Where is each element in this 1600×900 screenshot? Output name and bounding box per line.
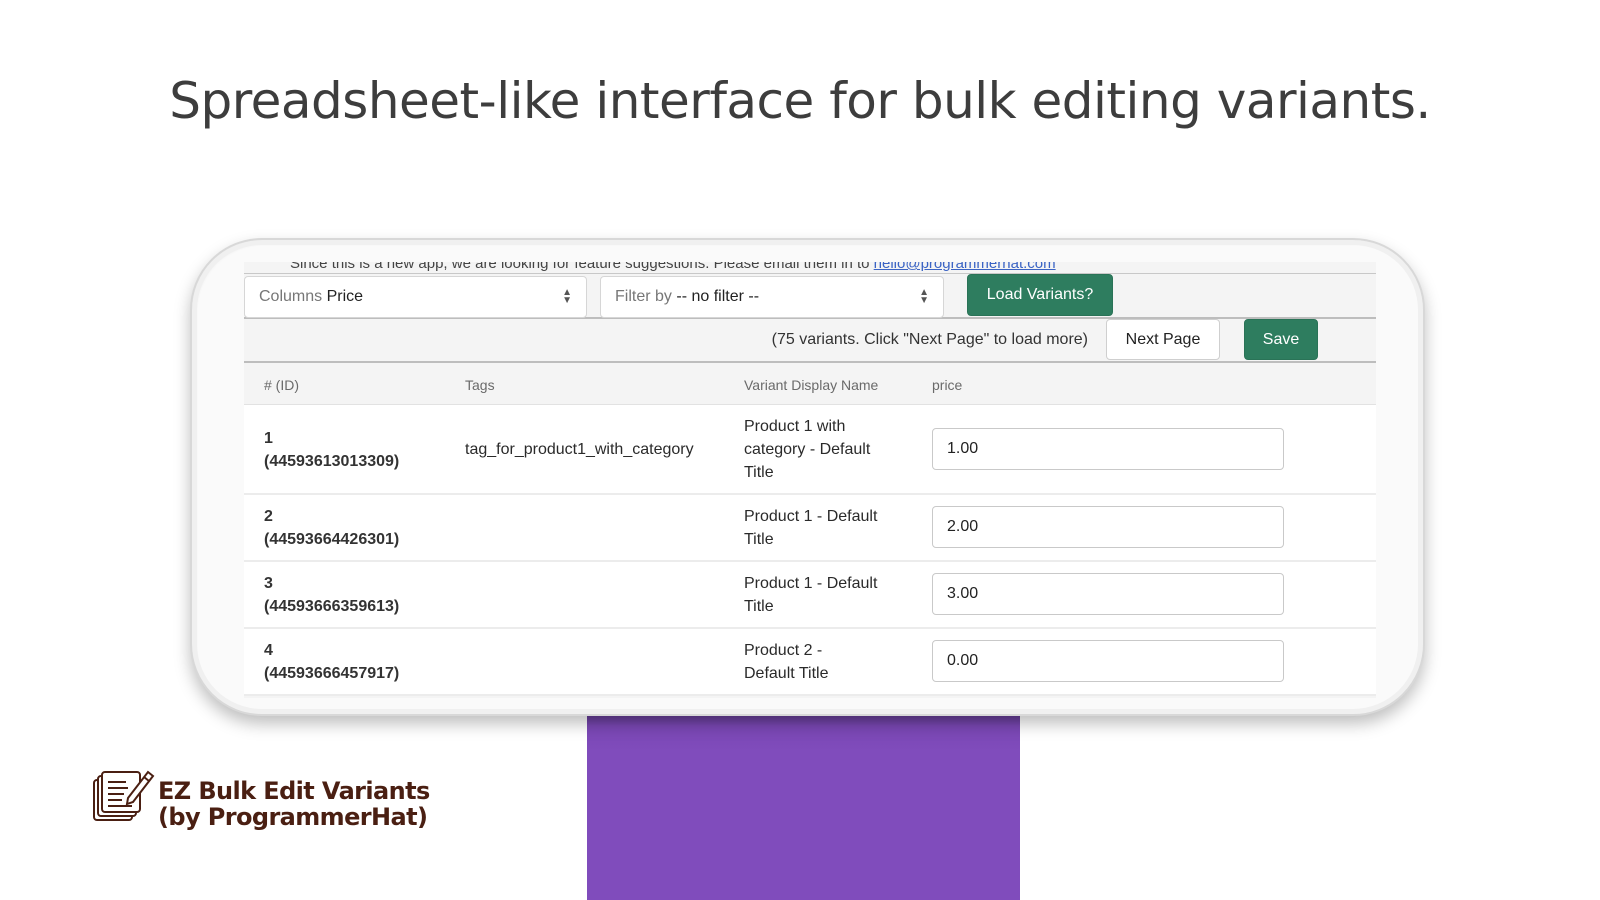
variant-id: (44593666359613) bbox=[264, 598, 400, 615]
variant-id-cell: 3 (44593666359613) bbox=[264, 572, 399, 618]
pager-row: (75 variants. Click "Next Page" to load … bbox=[244, 319, 1376, 363]
table-row: 1 (44593613013309) tag_for_product1_with… bbox=[244, 405, 1376, 495]
variant-id-cell: 4 (44593666457917) bbox=[264, 639, 399, 685]
email-link[interactable]: hello@programmerhat.com bbox=[874, 262, 1056, 272]
table-row: 4 (44593666457917) Product 2 - Default T… bbox=[244, 629, 1376, 696]
load-variants-button[interactable]: Load Variants? bbox=[967, 274, 1113, 316]
variant-id-cell: 1 (44593613013309) bbox=[264, 427, 399, 473]
column-header-price: price bbox=[932, 377, 963, 393]
notice-text: Since this is a new app, we are looking … bbox=[290, 262, 874, 272]
page-headline: Spreadsheet-like interface for bulk edit… bbox=[169, 72, 1431, 130]
column-header-tags: Tags bbox=[465, 377, 495, 393]
variant-name-cell: Product 2 - Default Title bbox=[744, 642, 829, 682]
variant-count-status: (75 variants. Click "Next Page" to load … bbox=[771, 331, 1088, 348]
table-header: # (ID) Tags Variant Display Name price bbox=[244, 365, 1376, 405]
column-header-id: # (ID) bbox=[264, 377, 299, 393]
price-input[interactable] bbox=[932, 506, 1284, 548]
variant-id: (44593666457917) bbox=[264, 665, 400, 682]
variant-name-cell: Product 1 - Default Title bbox=[744, 575, 878, 615]
brand-name-line1: EZ Bulk Edit Variants bbox=[158, 777, 430, 805]
variant-id-cell: 2 (44593664426301) bbox=[264, 505, 399, 551]
variant-number: 2 bbox=[264, 508, 273, 525]
table-row: 3 (44593666359613) Product 1 - Default T… bbox=[244, 562, 1376, 629]
columns-select-value: Price bbox=[326, 288, 364, 305]
toolbar: Columns Price ▲ ▼ Filter by -- no filter … bbox=[244, 273, 1376, 319]
select-arrows-icon: ▲ ▼ bbox=[562, 287, 572, 306]
tags-cell: tag_for_product1_with_category bbox=[465, 441, 694, 458]
notepad-pencil-icon bbox=[93, 770, 155, 821]
columns-select[interactable]: Columns Price ▲ ▼ bbox=[244, 276, 587, 318]
select-arrows-icon: ▲ ▼ bbox=[919, 287, 929, 306]
brand-name: EZ Bulk Edit Variants (by ProgrammerHat) bbox=[158, 778, 430, 830]
next-page-button[interactable]: Next Page bbox=[1106, 319, 1220, 360]
app-screenshot: Since this is a new app, we are looking … bbox=[244, 262, 1376, 698]
variant-id: (44593613013309) bbox=[264, 453, 400, 470]
price-input[interactable] bbox=[932, 640, 1284, 682]
filter-select-label: Filter by bbox=[615, 288, 672, 305]
brand-name-line2: (by ProgrammerHat) bbox=[158, 803, 428, 831]
variant-id: (44593664426301) bbox=[264, 531, 400, 548]
save-button[interactable]: Save bbox=[1244, 319, 1318, 360]
filter-select-value: -- no filter -- bbox=[676, 288, 760, 305]
variant-name-cell: Product 1 - Default Title bbox=[744, 508, 878, 548]
column-header-variant-name: Variant Display Name bbox=[744, 377, 879, 393]
variant-number: 1 bbox=[264, 430, 273, 447]
variant-name-cell: Product 1 with category - Default Title bbox=[744, 418, 871, 481]
decorative-purple-block bbox=[587, 712, 1020, 900]
variant-number: 4 bbox=[264, 642, 273, 659]
variant-number: 3 bbox=[264, 575, 273, 592]
filter-select[interactable]: Filter by -- no filter -- ▲ ▼ bbox=[600, 276, 944, 318]
table-row: 2 (44593664426301) Product 1 - Default T… bbox=[244, 495, 1376, 562]
price-input[interactable] bbox=[932, 573, 1284, 615]
price-input[interactable] bbox=[932, 428, 1284, 470]
columns-select-label: Columns bbox=[259, 288, 323, 305]
variants-table: # (ID) Tags Variant Display Name price 1… bbox=[244, 365, 1376, 696]
